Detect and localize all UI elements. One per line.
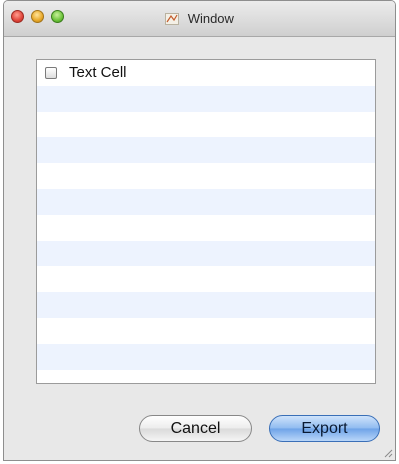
table-row[interactable] [37, 240, 375, 267]
row-label: Text Cell [69, 64, 127, 81]
resize-grip-icon[interactable] [381, 446, 393, 458]
table-row[interactable] [37, 112, 375, 138]
table-row[interactable] [37, 163, 375, 189]
table-row[interactable] [37, 266, 375, 292]
table-row[interactable] [37, 343, 375, 370]
cancel-button[interactable]: Cancel [139, 415, 252, 442]
table-row[interactable] [37, 292, 375, 318]
table-row[interactable]: Text Cell [37, 60, 375, 86]
export-button[interactable]: Export [269, 415, 380, 442]
app-icon [165, 13, 180, 25]
table-row[interactable] [37, 318, 375, 344]
window-title: Window [4, 11, 395, 26]
table-view[interactable]: Text Cell [36, 59, 376, 384]
row-checkbox[interactable] [45, 67, 57, 79]
window-title-text: Window [187, 11, 234, 26]
table-row[interactable] [37, 215, 375, 241]
table-row[interactable] [37, 137, 375, 164]
title-bar[interactable]: Window [4, 1, 395, 37]
window: Window Text Cell Cancel Export [3, 0, 396, 461]
table-row[interactable] [37, 188, 375, 215]
table-row[interactable] [37, 85, 375, 112]
